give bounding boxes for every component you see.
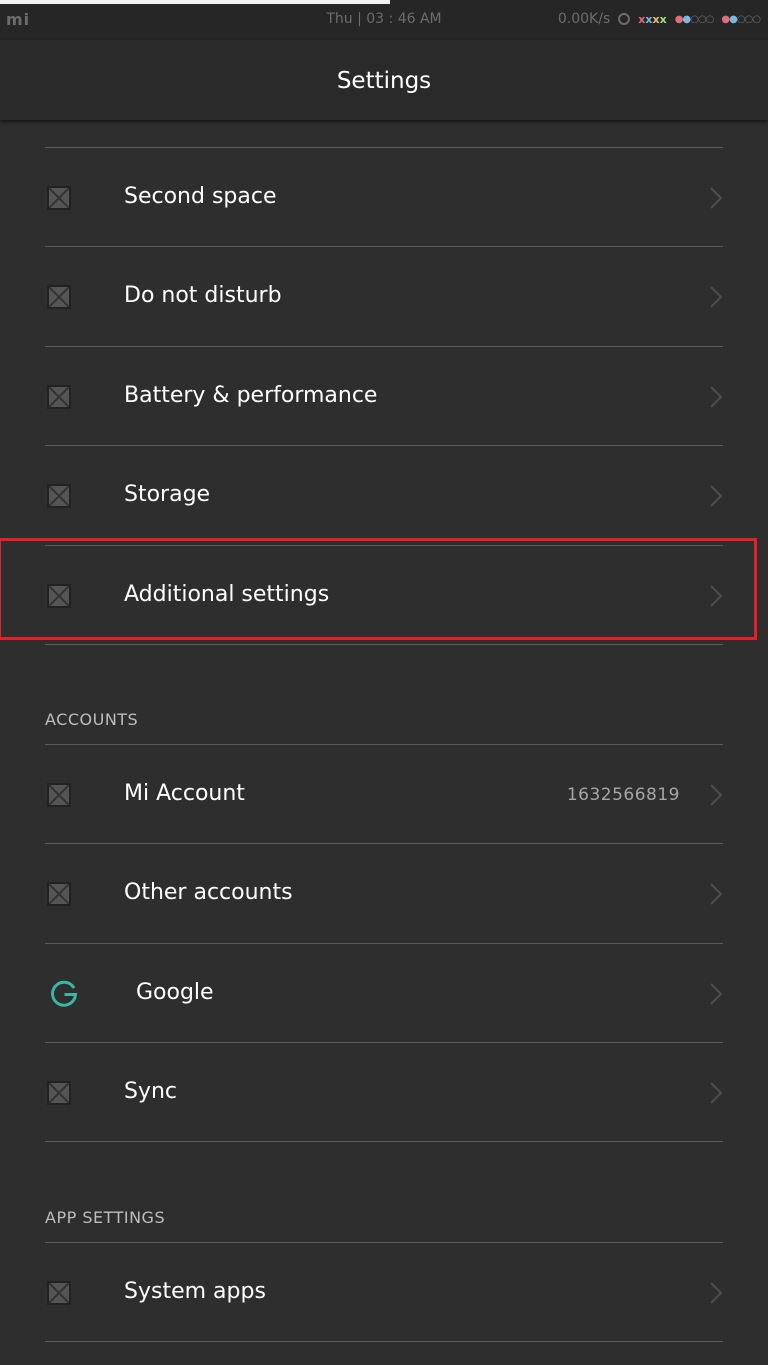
other-accounts-icon — [47, 882, 71, 906]
chevron-right-icon — [710, 983, 723, 1005]
chevron-right-icon — [710, 585, 723, 607]
system-apps-icon — [47, 1281, 71, 1305]
item-label: Other accounts — [124, 880, 293, 905]
item-label: Google — [136, 980, 214, 1005]
storage-icon — [47, 484, 71, 508]
settings-item-mi-account[interactable]: Mi Account 1632566819 — [45, 744, 723, 844]
mi-account-id: 1632566819 — [566, 785, 680, 805]
second-space-icon — [47, 186, 71, 210]
chevron-right-icon — [710, 386, 723, 408]
status-bar: mi Thu | 03 : 46 AM 0.00K/s xxxx ●●○○○ ●… — [0, 0, 768, 40]
settings-item-other-accounts[interactable]: Other accounts — [45, 843, 723, 943]
status-indicators: 0.00K/s xxxx ●●○○○ ●●○○○ — [557, 11, 761, 27]
divider — [45, 644, 723, 645]
top-progress-bar — [0, 0, 390, 4]
settings-item-additional-settings[interactable]: Additional settings — [45, 545, 723, 645]
item-label: Additional settings — [124, 582, 330, 607]
settings-item-sync[interactable]: Sync — [45, 1042, 723, 1142]
settings-item-do-not-disturb[interactable]: Do not disturb — [45, 246, 723, 346]
chevron-right-icon — [710, 883, 723, 905]
chevron-right-icon — [710, 485, 723, 507]
chevron-right-icon — [710, 1082, 723, 1104]
alarm-icon — [618, 13, 631, 25]
net-speed: 0.00K/s — [557, 11, 611, 27]
chevron-right-icon — [710, 784, 723, 806]
item-label: Sync — [124, 1079, 178, 1104]
item-label: Battery & performance — [124, 383, 378, 408]
do-not-disturb-icon — [47, 285, 71, 309]
section-header-app-settings: APP SETTINGS — [45, 1208, 166, 1227]
battery-icon — [47, 385, 71, 409]
sim2-signal-icon: ●●○○○ — [721, 13, 761, 25]
google-g-icon — [51, 980, 78, 1007]
settings-item-google[interactable]: Google — [45, 943, 723, 1043]
page-title: Settings — [336, 68, 432, 94]
sync-icon — [47, 1081, 71, 1105]
divider — [45, 1141, 723, 1142]
settings-item-system-apps[interactable]: System apps — [45, 1242, 723, 1342]
additional-settings-icon — [47, 584, 71, 608]
chevron-right-icon — [710, 1282, 723, 1304]
item-label: Second space — [124, 184, 277, 209]
signal-marks: xxxx — [638, 12, 667, 26]
item-label: System apps — [124, 1279, 266, 1304]
section-header-accounts: ACCOUNTS — [45, 710, 139, 729]
chevron-right-icon — [710, 187, 723, 209]
settings-item-second-space[interactable]: Second space — [45, 147, 723, 247]
divider — [45, 1341, 723, 1342]
item-label: Mi Account — [124, 781, 245, 806]
settings-item-storage[interactable]: Storage — [45, 445, 723, 545]
settings-item-battery[interactable]: Battery & performance — [45, 346, 723, 446]
app-header: Settings — [0, 40, 768, 120]
item-label: Storage — [124, 482, 211, 507]
sim1-signal-icon: ●●○○○ — [674, 13, 715, 25]
chevron-right-icon — [710, 286, 723, 308]
item-label: Do not disturb — [124, 283, 282, 308]
mi-account-icon — [47, 783, 71, 807]
